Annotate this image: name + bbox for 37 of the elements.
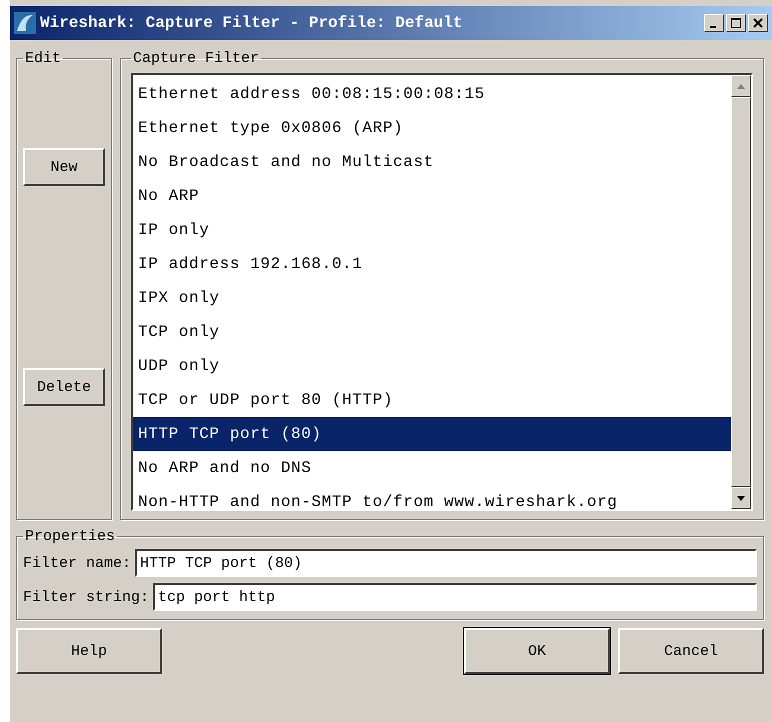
minimize-icon [710,26,716,28]
list-item[interactable]: IP only [133,213,731,247]
list-item[interactable]: UDP only [133,349,731,383]
field-label: Filter name: [23,554,132,572]
list-item[interactable]: TCP only [133,315,731,349]
delete-button[interactable]: Delete [23,368,105,406]
list-item[interactable]: Non-HTTP and non-SMTP to/from www.wireshark.org [133,485,731,519]
text-field[interactable]: tcp port http [153,583,757,611]
cancel-button[interactable]: Cancel [618,628,764,674]
group-title: Capture Filter [132,50,260,67]
list-item[interactable]: Ethernet address 00:08:15:00:08:15 [133,77,731,111]
close-button[interactable] [748,14,768,32]
field-label: Filter string: [23,588,150,606]
group-title: Properties [24,528,116,545]
maximize-button[interactable] [726,14,746,32]
up-arrow-icon [737,84,745,88]
list-item[interactable]: HTTP TCP port (80) [133,417,731,451]
minimize-button[interactable] [704,14,724,32]
list-item[interactable]: No Broadcast and no Multicast [133,145,731,179]
window-title: Wireshark: Capture Filter - Profile: Default [40,14,464,32]
text-field[interactable]: HTTP TCP port (80) [135,549,757,577]
down-arrow-icon [737,496,745,500]
help-button[interactable]: Help [16,628,162,674]
fin-icon [14,12,36,34]
ok-button[interactable]: OK [464,628,610,674]
close-icon [753,18,763,28]
list-item[interactable]: IP address 192.168.0.1 [133,247,731,281]
list-item[interactable]: No ARP [133,179,731,213]
list-item[interactable]: IPX only [133,281,731,315]
maximize-icon [731,18,741,28]
new-button[interactable]: New [23,148,105,186]
list-item[interactable]: No ARP and no DNS [133,451,731,485]
group-title: Edit [24,50,62,67]
list-item[interactable]: Ethernet type 0x0806 (ARP) [133,111,731,145]
scroll-up-button[interactable] [731,75,751,97]
list-item[interactable]: TCP or UDP port 80 (HTTP) [133,383,731,417]
scroll-down-button[interactable] [731,487,751,509]
